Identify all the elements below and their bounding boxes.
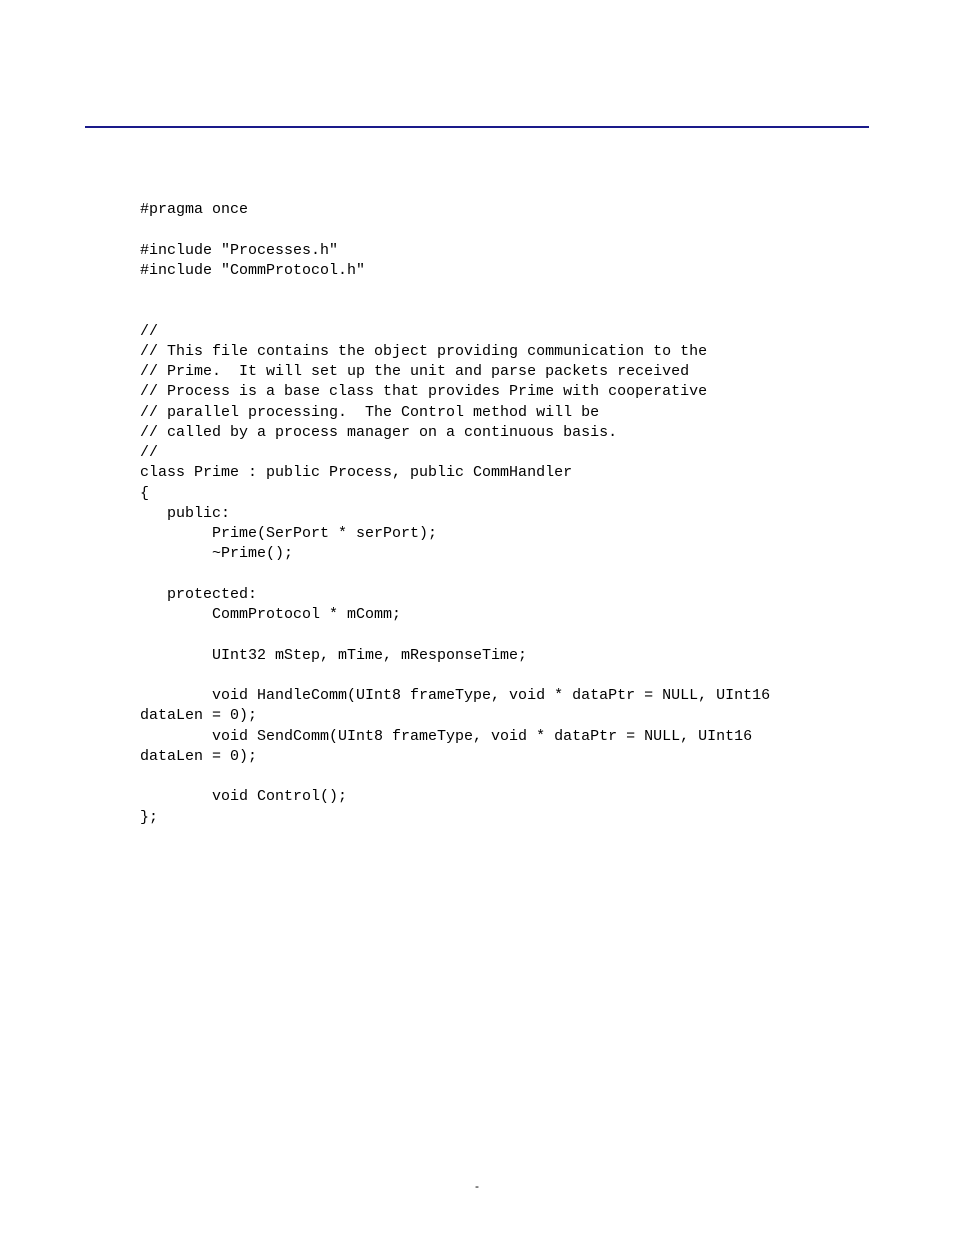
footer-dash: - <box>0 1178 954 1194</box>
code-block: #pragma once #include "Processes.h" #inc… <box>140 200 869 828</box>
header-rule <box>85 126 869 128</box>
page: #pragma once #include "Processes.h" #inc… <box>0 0 954 1235</box>
